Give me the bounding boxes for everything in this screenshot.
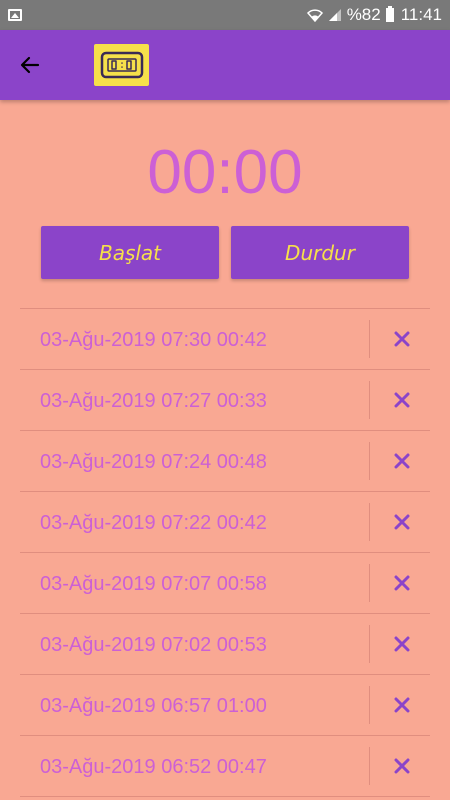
- close-icon: [394, 758, 410, 774]
- back-button[interactable]: [12, 47, 48, 83]
- clock-time: 11:41: [400, 5, 442, 24]
- list-item: 03-Ağu-2019 07:02 00:53: [20, 614, 430, 675]
- stop-button[interactable]: Durdur: [231, 226, 409, 279]
- divider: [369, 686, 370, 724]
- record-text: 03-Ağu-2019 07:07 00:58: [40, 573, 267, 595]
- record-text: 03-Ağu-2019 07:27 00:33: [40, 390, 267, 412]
- divider: [369, 747, 370, 785]
- gallery-notification-icon: [8, 9, 22, 21]
- record-text: 03-Ağu-2019 06:57 01:00: [40, 695, 267, 717]
- delete-button[interactable]: [384, 321, 420, 357]
- battery-icon: [385, 6, 394, 22]
- battery-percent: %82: [346, 5, 381, 24]
- close-icon: [394, 392, 410, 408]
- digital-clock-icon: [100, 51, 143, 79]
- record-text: 03-Ağu-2019 07:02 00:53: [40, 634, 267, 656]
- app-logo: [94, 44, 149, 86]
- record-text: 03-Ağu-2019 06:52 00:47: [40, 756, 267, 778]
- list-item: 03-Ağu-2019 07:27 00:33: [20, 370, 430, 431]
- signal-icon: [328, 9, 341, 21]
- arrow-back-icon: [20, 56, 40, 74]
- status-right: %82 11:41: [306, 5, 442, 25]
- divider: [369, 320, 370, 358]
- delete-button[interactable]: [384, 687, 420, 723]
- close-icon: [394, 636, 410, 652]
- delete-button[interactable]: [384, 748, 420, 784]
- list-item: 03-Ağu-2019 07:24 00:48: [20, 431, 430, 492]
- start-button[interactable]: Başlat: [41, 226, 219, 279]
- delete-button[interactable]: [384, 565, 420, 601]
- divider: [369, 564, 370, 602]
- close-icon: [394, 453, 410, 469]
- close-icon: [394, 514, 410, 530]
- record-text: 03-Ağu-2019 07:22 00:42: [40, 512, 267, 534]
- list-item: 03-Ağu-2019 06:57 01:00: [20, 675, 430, 736]
- delete-button[interactable]: [384, 382, 420, 418]
- wifi-icon: [306, 9, 323, 22]
- close-icon: [394, 331, 410, 347]
- delete-button[interactable]: [384, 504, 420, 540]
- list-item: 03-Ağu-2019 07:30 00:42: [20, 309, 430, 370]
- list-item: 03-Ağu-2019 07:22 00:42: [20, 492, 430, 553]
- list-item: 03-Ağu-2019 06:52 00:47: [20, 736, 430, 797]
- delete-button[interactable]: [384, 443, 420, 479]
- divider: [369, 442, 370, 480]
- status-bar: %82 11:41: [0, 0, 450, 30]
- divider: [369, 503, 370, 541]
- close-icon: [394, 697, 410, 713]
- record-text: 03-Ağu-2019 07:30 00:42: [40, 329, 267, 351]
- delete-button[interactable]: [384, 626, 420, 662]
- close-icon: [394, 575, 410, 591]
- status-left: [8, 9, 22, 21]
- timer-display: 00:00: [147, 138, 303, 207]
- record-list: 03-Ağu-2019 07:30 00:42 03-Ağu-2019 07:2…: [20, 308, 430, 797]
- divider: [369, 625, 370, 663]
- record-text: 03-Ağu-2019 07:24 00:48: [40, 451, 267, 473]
- list-item: 03-Ağu-2019 07:07 00:58: [20, 553, 430, 614]
- app-bar: [0, 30, 450, 100]
- divider: [369, 381, 370, 419]
